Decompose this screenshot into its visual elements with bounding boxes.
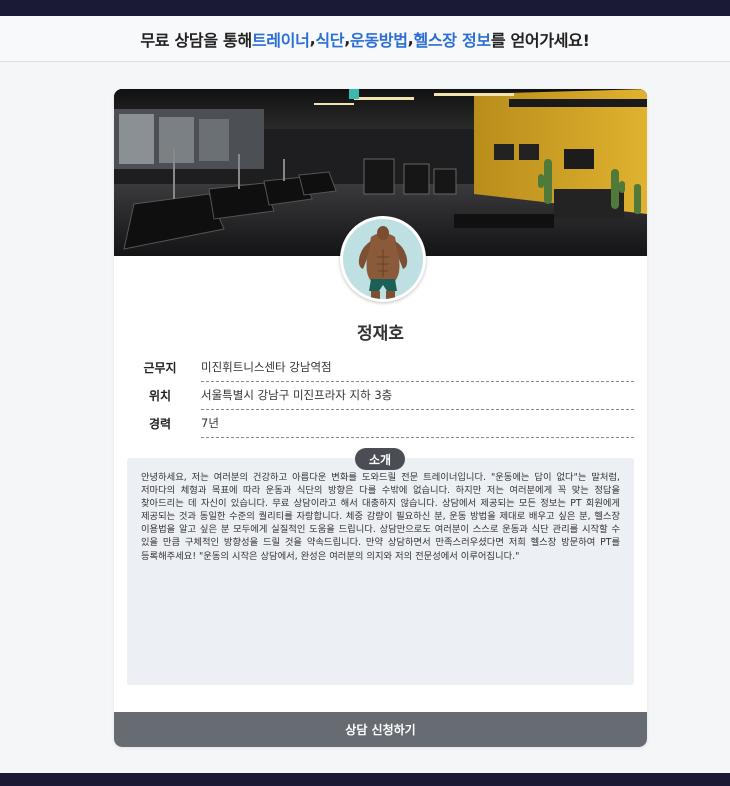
info-value: 미진휘트니스센타 강남역점 [201, 353, 634, 382]
info-value: 서울특별시 강남구 미진프라자 지하 3층 [201, 381, 634, 410]
headline-keyword-trainer: 트레이너 [251, 30, 310, 50]
intro-badge: 소개 [355, 448, 405, 470]
headline-keyword-diet: 식단 [315, 30, 345, 50]
consultation-request-button[interactable]: 상담 신청하기 [114, 712, 647, 747]
info-label: 근무지 [143, 361, 177, 375]
info-label: 경력 [148, 417, 172, 431]
info-value: 7년 [201, 409, 634, 438]
top-bar [0, 0, 730, 16]
headline-suffix: 를 얻어가세요! [490, 30, 590, 50]
headline-prefix: 무료 상담을 통해 [140, 30, 252, 50]
trainer-name: 정재호 [357, 324, 404, 344]
bottom-bar [0, 773, 730, 786]
info-label: 위치 [148, 389, 172, 403]
info-row-workplace: 근무지 미진휘트니스센타 강남역점 [127, 353, 634, 382]
trainer-profile-card: 정재호 근무지 미진휘트니스센타 강남역점 위치 서울특별시 강남구 미진프라자… [114, 89, 647, 747]
info-row-location: 위치 서울특별시 강남구 미진프라자 지하 3층 [127, 381, 634, 410]
headline-keyword-gym-info: 헬스장 정보 [413, 30, 491, 50]
info-row-career: 경력 7년 [127, 409, 634, 438]
headline-keyword-exercise: 운동방법 [349, 30, 408, 50]
trainer-avatar [340, 216, 426, 302]
page-headline: 무료 상담을 통해 트레이너 , 식단 , 운동방법 , 헬스장 정보 를 얻어… [0, 16, 730, 62]
intro-text: 안녕하세요, 저는 여러분의 건강하고 아름다운 변화를 도와드릴 전문 트레이… [127, 458, 634, 685]
